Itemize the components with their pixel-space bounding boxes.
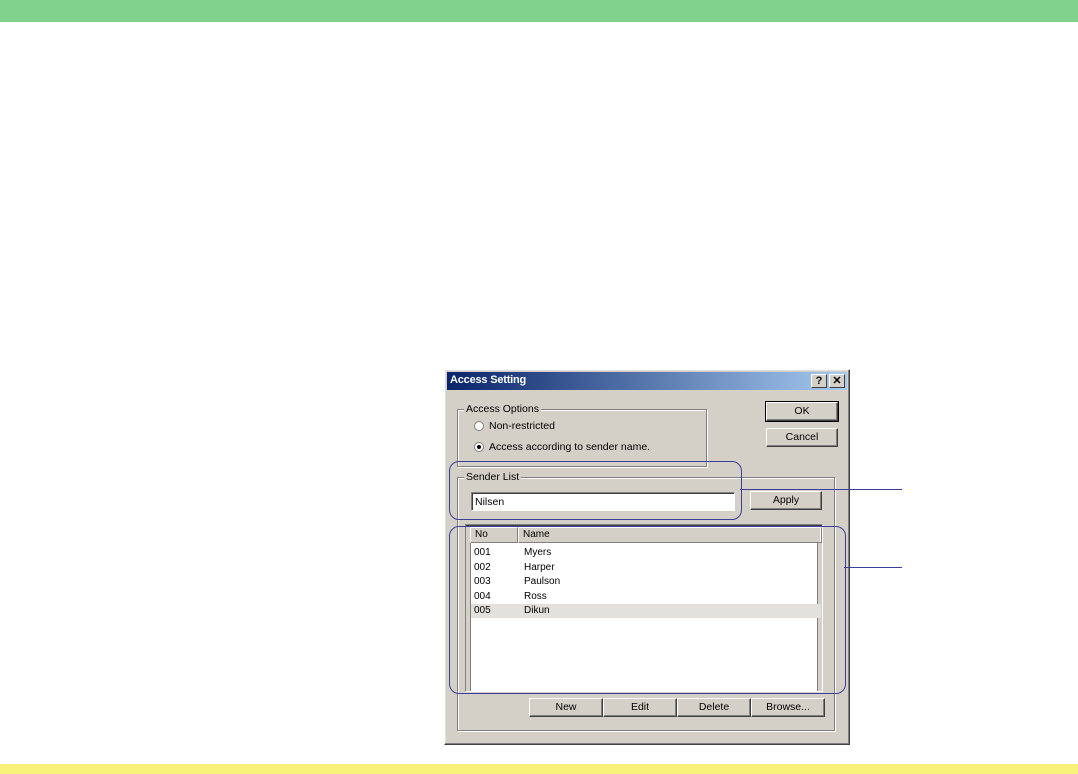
callout-leader-2 [844, 567, 902, 568]
radio-non-restricted-icon[interactable] [474, 421, 484, 431]
apply-button[interactable]: Apply [750, 491, 822, 510]
cancel-button[interactable]: Cancel [766, 428, 838, 447]
bottom-color-band [0, 764, 1078, 774]
close-button[interactable]: ✕ [829, 374, 845, 388]
ok-button[interactable]: OK [765, 401, 839, 422]
edit-button[interactable]: Edit [603, 698, 677, 717]
dialog-titlebar[interactable]: Access Setting ? ✕ [447, 372, 847, 390]
new-button[interactable]: New [529, 698, 603, 717]
radio-access-by-sender-label: Access according to sender name. [489, 441, 651, 453]
access-options-legend: Access Options [464, 403, 541, 415]
access-options-group: Access Options Non-restricted Access acc… [457, 403, 707, 467]
radio-access-by-sender[interactable]: Access according to sender name. [474, 441, 650, 453]
help-button[interactable]: ? [811, 374, 827, 388]
dialog-title: Access Setting [450, 374, 527, 386]
radio-non-restricted-label: Non-restricted [489, 420, 555, 432]
callout-sender-input [449, 461, 742, 520]
callout-sender-list [449, 526, 846, 694]
callout-leader-1 [740, 489, 902, 490]
top-color-band [0, 0, 1078, 22]
radio-access-by-sender-icon[interactable] [474, 442, 484, 452]
delete-button[interactable]: Delete [677, 698, 751, 717]
radio-non-restricted[interactable]: Non-restricted [474, 420, 555, 432]
browse-button[interactable]: Browse... [751, 698, 825, 717]
